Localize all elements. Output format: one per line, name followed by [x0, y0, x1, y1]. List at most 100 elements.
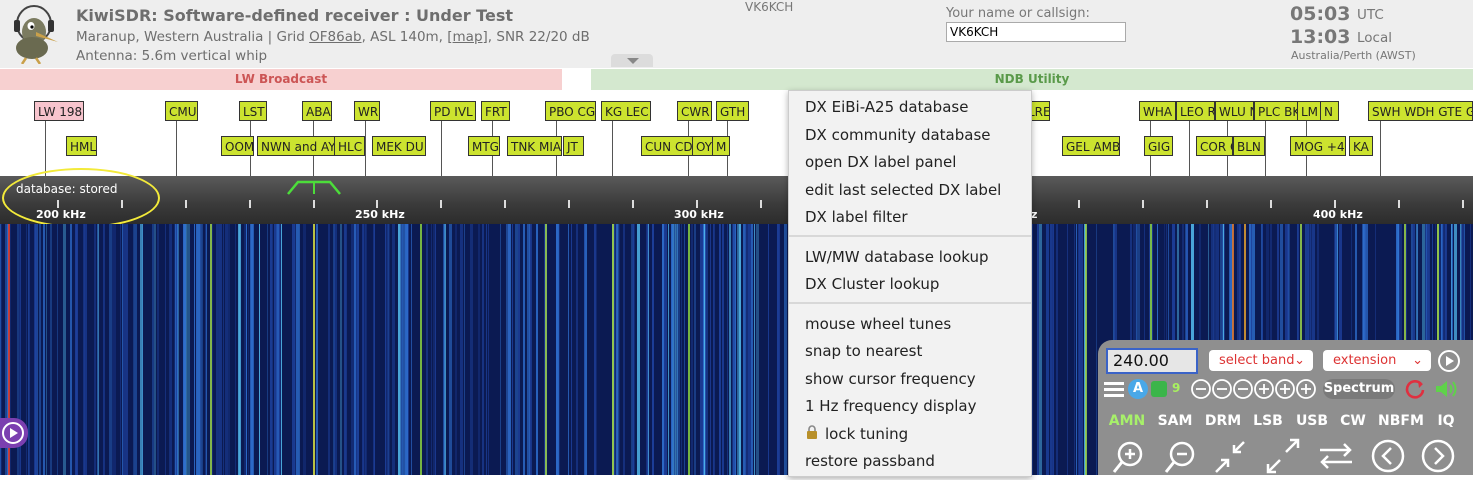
agc-icon[interactable]: A — [1128, 379, 1148, 399]
dx-label[interactable]: N — [1320, 101, 1339, 121]
select-band-dropdown[interactable]: select band ⌄ — [1209, 350, 1313, 371]
speaker-icon[interactable] — [1434, 378, 1460, 404]
dx-label[interactable]: SWH WDH GTE GL — [1368, 101, 1473, 121]
dx-label[interactable]: JT — [563, 136, 584, 156]
dx-label[interactable]: LST — [239, 101, 267, 121]
swap-icon[interactable] — [1314, 436, 1358, 476]
play-icon[interactable] — [1437, 349, 1461, 373]
menu-item-snap-nearest[interactable]: snap to nearest — [805, 342, 922, 360]
dx-label[interactable]: COR G — [1196, 136, 1233, 156]
location-mid: , ASL 140m, [ — [361, 29, 453, 45]
dx-label[interactable]: HML — [66, 136, 97, 156]
frequency-scale[interactable]: 200 kHz 250 kHz 300 kHz z 400 kHz — [0, 176, 1473, 224]
maximize-icon[interactable] — [1262, 436, 1306, 476]
mode-sam[interactable]: SAM — [1153, 410, 1197, 432]
menu-item-lock-tuning[interactable]: lock tuning — [825, 425, 908, 443]
callsign-input[interactable] — [946, 22, 1126, 42]
dx-label[interactable]: MTG — [468, 136, 500, 156]
dx-label[interactable]: PBO CG — [545, 101, 596, 121]
band-ndb-utility[interactable]: NDB Utility — [591, 69, 1473, 90]
dx-label[interactable]: FRT — [481, 101, 510, 121]
passband-indicator[interactable] — [286, 178, 342, 200]
play-icon[interactable] — [0, 418, 28, 448]
dx-label[interactable]: OOM — [221, 136, 254, 156]
menu-item-1hz-display[interactable]: 1 Hz frequency display — [805, 397, 977, 415]
mode-nbfm[interactable]: NBFM — [1374, 410, 1428, 432]
spectrum-button[interactable]: Spectrum — [1323, 379, 1395, 399]
dx-label[interactable]: KA — [1349, 136, 1373, 156]
context-menu: DX EiBi-A25 database DX community databa… — [788, 90, 1032, 477]
grid-link[interactable]: OF86ab — [309, 29, 361, 45]
scale-mark: 400 kHz — [1313, 208, 1363, 221]
chevron-down-icon[interactable] — [611, 54, 653, 67]
menu-item-eibi-database[interactable]: DX EiBi-A25 database — [805, 98, 968, 116]
menu-item-lwmw-lookup[interactable]: LW/MW database lookup — [805, 248, 989, 266]
refresh-icon[interactable] — [1404, 378, 1426, 404]
menu-item-restore-passband[interactable]: restore passband — [805, 452, 935, 470]
extension-dropdown[interactable]: extension ⌄ — [1323, 350, 1431, 371]
step-number: 9 — [1172, 381, 1181, 395]
mode-usb[interactable]: USB — [1292, 410, 1332, 432]
timezone: Australia/Perth (AWST) — [1291, 49, 1416, 62]
dx-labels-area: LW 198 CMU LST ABA WR PD IVL FRT PBO CG … — [0, 90, 1473, 176]
utc-label: UTC — [1357, 7, 1384, 23]
dx-label[interactable]: WHA — [1139, 101, 1176, 121]
dx-label[interactable]: LW 198 — [34, 101, 84, 121]
map-link[interactable]: map — [453, 29, 483, 45]
dx-label[interactable]: WLU N — [1215, 101, 1254, 121]
dx-label[interactable]: BLN — [1233, 136, 1265, 156]
mode-amn[interactable]: AMN — [1105, 410, 1149, 432]
menu-item-open-label-panel[interactable]: open DX label panel — [805, 153, 956, 171]
menu-item-label-filter[interactable]: DX label filter — [805, 208, 908, 226]
zoom-in-icon[interactable] — [1106, 436, 1150, 476]
dx-label[interactable]: CWR — [677, 101, 712, 121]
dx-label[interactable]: CUN CD — [641, 136, 693, 156]
frequency-input[interactable]: 240.00 — [1106, 348, 1198, 374]
dx-label[interactable]: ABA — [302, 101, 332, 121]
dx-label[interactable]: CMU — [165, 101, 198, 121]
minimize-icon[interactable] — [1210, 436, 1254, 476]
dx-label[interactable]: TNK MIA — [507, 136, 562, 156]
dx-label[interactable]: MEK DU — [372, 136, 426, 156]
dx-label[interactable]: HLC — [334, 136, 365, 156]
arrow-left-icon[interactable] — [1366, 436, 1410, 476]
band-lw-broadcast[interactable]: LW Broadcast — [0, 69, 562, 90]
dx-label[interactable]: PLC BK — [1254, 101, 1298, 121]
zoom-out-icon[interactable] — [1158, 436, 1202, 476]
menu-item-wheel-tunes[interactable]: mouse wheel tunes — [805, 315, 951, 333]
hamburger-menu-icon[interactable] — [1104, 380, 1124, 402]
zoom-buttons[interactable] — [1190, 378, 1316, 404]
mode-iq[interactable]: IQ — [1432, 410, 1460, 432]
dx-label[interactable]: WR — [354, 101, 380, 121]
location-prefix: Maranup, Western Australia | Grid — [76, 29, 310, 45]
kiwi-bird-logo-icon[interactable] — [6, 2, 64, 65]
dx-label[interactable]: M — [712, 136, 730, 156]
edit-icon[interactable] — [1151, 381, 1167, 397]
mode-cw[interactable]: CW — [1336, 410, 1370, 432]
dx-label[interactable]: LEO R — [1176, 101, 1215, 121]
select-band-label: select band — [1219, 353, 1295, 368]
dx-label[interactable]: OY — [692, 136, 714, 156]
dx-label[interactable]: NWN and AY — [257, 136, 335, 156]
arrow-right-icon[interactable] — [1416, 436, 1460, 476]
highlight-ellipse — [2, 168, 160, 228]
dx-label[interactable]: KG LEC — [601, 101, 651, 121]
mode-drm[interactable]: DRM — [1201, 410, 1245, 432]
dx-label[interactable]: GEL AMB — [1062, 136, 1120, 156]
menu-item-community-database[interactable]: DX community database — [805, 126, 991, 144]
dx-label[interactable]: PD IVL — [430, 101, 476, 121]
chevron-down-icon: ⌄ — [1294, 353, 1305, 368]
dx-label[interactable]: MOG +4 — [1290, 136, 1346, 156]
menu-item-cursor-frequency[interactable]: show cursor frequency — [805, 370, 976, 388]
scale-mark: 300 kHz — [674, 208, 724, 221]
menu-item-edit-label[interactable]: edit last selected DX label — [805, 181, 1001, 199]
mode-lsb[interactable]: LSB — [1249, 410, 1287, 432]
dx-label[interactable]: GIG — [1144, 136, 1173, 156]
center-callsign: VK6KCH — [745, 0, 794, 14]
scale-mark: 250 kHz — [355, 208, 405, 221]
name-label: Your name or callsign: — [946, 6, 1090, 21]
menu-item-dx-cluster[interactable]: DX Cluster lookup — [805, 275, 939, 293]
dx-label[interactable]: LM — [1297, 101, 1321, 121]
dx-label[interactable]: GTH — [716, 101, 749, 121]
receiver-location: Maranup, Western Australia | Grid OF86ab… — [76, 29, 590, 45]
